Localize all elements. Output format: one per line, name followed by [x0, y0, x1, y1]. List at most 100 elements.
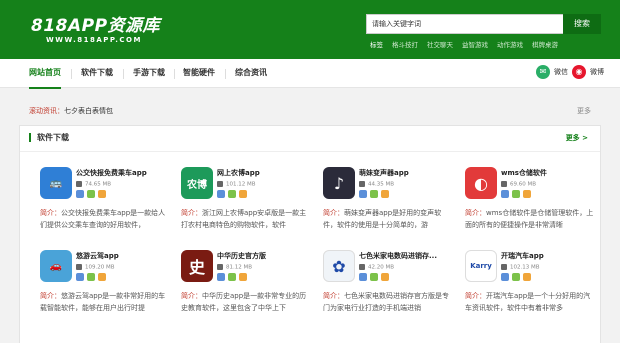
hot-tag[interactable]: 益智游戏 [462, 39, 488, 49]
panel-more-link[interactable]: 更多 > [566, 133, 588, 143]
main-nav: 网站首页 软件下载 手游下载 智能硬件 综合资讯 ✉ 微信 ◉ 微博 [0, 59, 620, 89]
app-description: 简介：萌妹变声器app是好用的变声软件，软件的使用是十分简单的，游 [323, 207, 454, 243]
nav-divider [123, 69, 124, 79]
desc-prefix: 简介： [181, 292, 202, 300]
app-size: 81.12 MB [217, 264, 252, 271]
ticker-more-link[interactable]: 更多 [577, 106, 591, 116]
nav-item-hardware[interactable]: 智能硬件 [183, 67, 215, 78]
ios-icon [217, 190, 225, 198]
app-description: 简介：七色米家电数码进销存官方版是专门为家电行业打造的手机端进销 [323, 290, 454, 326]
app-size-value: 74.65 MB [85, 181, 112, 188]
hot-tag[interactable]: 社交聊天 [427, 39, 453, 49]
app-size: 42.20 MB [359, 264, 394, 271]
size-icon [217, 181, 223, 187]
hot-icon [381, 273, 389, 281]
app-icon[interactable]: 农博 [181, 167, 213, 199]
app-description: 简介：悠游云驾app是一款非常好用的车载智能软件，能够在用户出行时提 [40, 290, 171, 326]
app-name[interactable]: 公交快报免费乘车app [76, 168, 147, 178]
nav-divider [71, 69, 72, 79]
ios-icon [217, 273, 225, 281]
app-name[interactable]: 中华历史官方版 [217, 251, 266, 261]
nav-divider [225, 69, 226, 79]
app-card[interactable]: ◐ wms仓储软件 69.60 MB 简介：wms仓储软件是仓储管理软件，上面的所有的… [465, 167, 596, 259]
hot-icon [98, 190, 106, 198]
platform-icons [217, 273, 247, 281]
ios-icon [76, 190, 84, 198]
weibo-link[interactable]: ◉ 微博 [572, 65, 604, 79]
android-icon [370, 190, 378, 198]
app-name[interactable]: 萌妹变声器app [359, 168, 409, 178]
app-name[interactable]: 开瑞汽车app [501, 251, 544, 261]
ios-icon [501, 190, 509, 198]
app-icon-glyph: 农博 [187, 179, 207, 191]
app-card[interactable]: Karry 开瑞汽车app 102.13 MB 简介：开瑞汽车app是一个十分好用的汽… [465, 250, 596, 342]
app-size-value: 44.35 MB [368, 181, 395, 188]
app-icon-glyph: 🚗 [49, 260, 63, 272]
ticker-item[interactable]: 七夕表白表情包 [64, 107, 113, 115]
platform-icons [359, 190, 389, 198]
app-size: 102.13 MB [501, 264, 540, 271]
android-icon [512, 273, 520, 281]
size-icon [359, 264, 365, 270]
site-logo-subtitle: WWW.818APP.COM [46, 36, 142, 44]
nav-item-news[interactable]: 综合资讯 [235, 67, 267, 78]
desc-prefix: 简介： [323, 209, 344, 217]
size-icon [501, 264, 507, 270]
app-size-value: 81.12 MB [226, 264, 253, 271]
nav-item-software[interactable]: 软件下载 [81, 67, 113, 78]
site-logo[interactable]: 818APP资源库 [31, 11, 160, 36]
wechat-link[interactable]: ✉ 微信 [536, 65, 568, 79]
app-description: 简介：浙江网上农博app安卓版是一款主打农村电商特色的购物软件，软件 [181, 207, 312, 243]
app-size: 69.60 MB [501, 181, 536, 188]
app-size-value: 109.20 MB [85, 264, 115, 271]
app-card[interactable]: 史 中华历史官方版 81.12 MB 简介：中华历史app是一款非常专业的历史教育软件… [181, 250, 312, 342]
search-button[interactable]: 搜索 [563, 14, 601, 34]
hot-icon [239, 273, 247, 281]
app-icon[interactable]: 🚌 [40, 167, 72, 199]
site-header: 818APP资源库 WWW.818APP.COM 请输入关键字词 搜索 标签 格… [0, 0, 620, 59]
platform-icons [217, 190, 247, 198]
app-name[interactable]: 七色米家电数码进销存... [359, 251, 437, 261]
nav-item-games[interactable]: 手游下载 [133, 67, 165, 78]
android-icon [228, 190, 236, 198]
app-icon[interactable]: 史 [181, 250, 213, 282]
hot-tag[interactable]: 格斗技打 [392, 39, 418, 49]
hot-icon [98, 273, 106, 281]
app-card[interactable]: 农博 网上农博app 101.12 MB 简介：浙江网上农博app安卓版是一款主打农村… [181, 167, 312, 259]
app-name[interactable]: 悠游云驾app [76, 251, 119, 261]
panel-title: 软件下载 [29, 133, 69, 142]
search-input[interactable]: 请输入关键字词 [366, 14, 564, 34]
size-icon [76, 264, 82, 270]
hot-tag[interactable]: 动作游戏 [497, 39, 523, 49]
hot-icon [381, 190, 389, 198]
app-size-value: 102.13 MB [510, 264, 540, 271]
app-size-value: 69.60 MB [510, 181, 537, 188]
android-icon [87, 273, 95, 281]
app-icon[interactable]: Karry [465, 250, 497, 282]
app-description: 简介：wms仓储软件是仓储管理软件，上面的所有的便捷操作是非常清晰 [465, 207, 596, 243]
android-icon [370, 273, 378, 281]
app-icon[interactable]: ◐ [465, 167, 497, 199]
app-name[interactable]: 网上农博app [217, 168, 260, 178]
app-icon[interactable]: ✿ [323, 250, 355, 282]
app-icon-glyph: ♪ [333, 173, 345, 193]
app-size: 101.12 MB [217, 181, 256, 188]
app-icon-glyph: 史 [188, 258, 205, 277]
app-size: 44.35 MB [359, 181, 394, 188]
app-card[interactable]: 🚗 悠游云驾app 109.20 MB 简介：悠游云驾app是一款非常好用的车载智能软… [40, 250, 171, 342]
app-card[interactable]: 🚌 公交快报免费乘车app 74.65 MB 简介：公交快报免费乘车app是一款给人们… [40, 167, 171, 259]
app-card[interactable]: ♪ 萌妹变声器app 44.35 MB 简介：萌妹变声器app是好用的变声软件，软件的… [323, 167, 454, 259]
app-icon[interactable]: ♪ [323, 167, 355, 199]
platform-icons [76, 273, 106, 281]
android-icon [87, 190, 95, 198]
app-icon[interactable]: 🚗 [40, 250, 72, 282]
app-size-value: 101.12 MB [226, 181, 256, 188]
nav-item-home[interactable]: 网站首页 [29, 67, 61, 89]
app-card[interactable]: ✿ 七色米家电数码进销存... 42.20 MB 简介：七色米家电数码进销存官方版是专… [323, 250, 454, 342]
app-icon-glyph: ✿ [332, 256, 346, 276]
hot-icon [523, 190, 531, 198]
hot-tags-label: 标签 [370, 41, 383, 49]
wechat-icon: ✉ [536, 65, 550, 79]
hot-tag[interactable]: 棋牌桌游 [532, 39, 558, 49]
app-name[interactable]: wms仓储软件 [501, 168, 547, 178]
